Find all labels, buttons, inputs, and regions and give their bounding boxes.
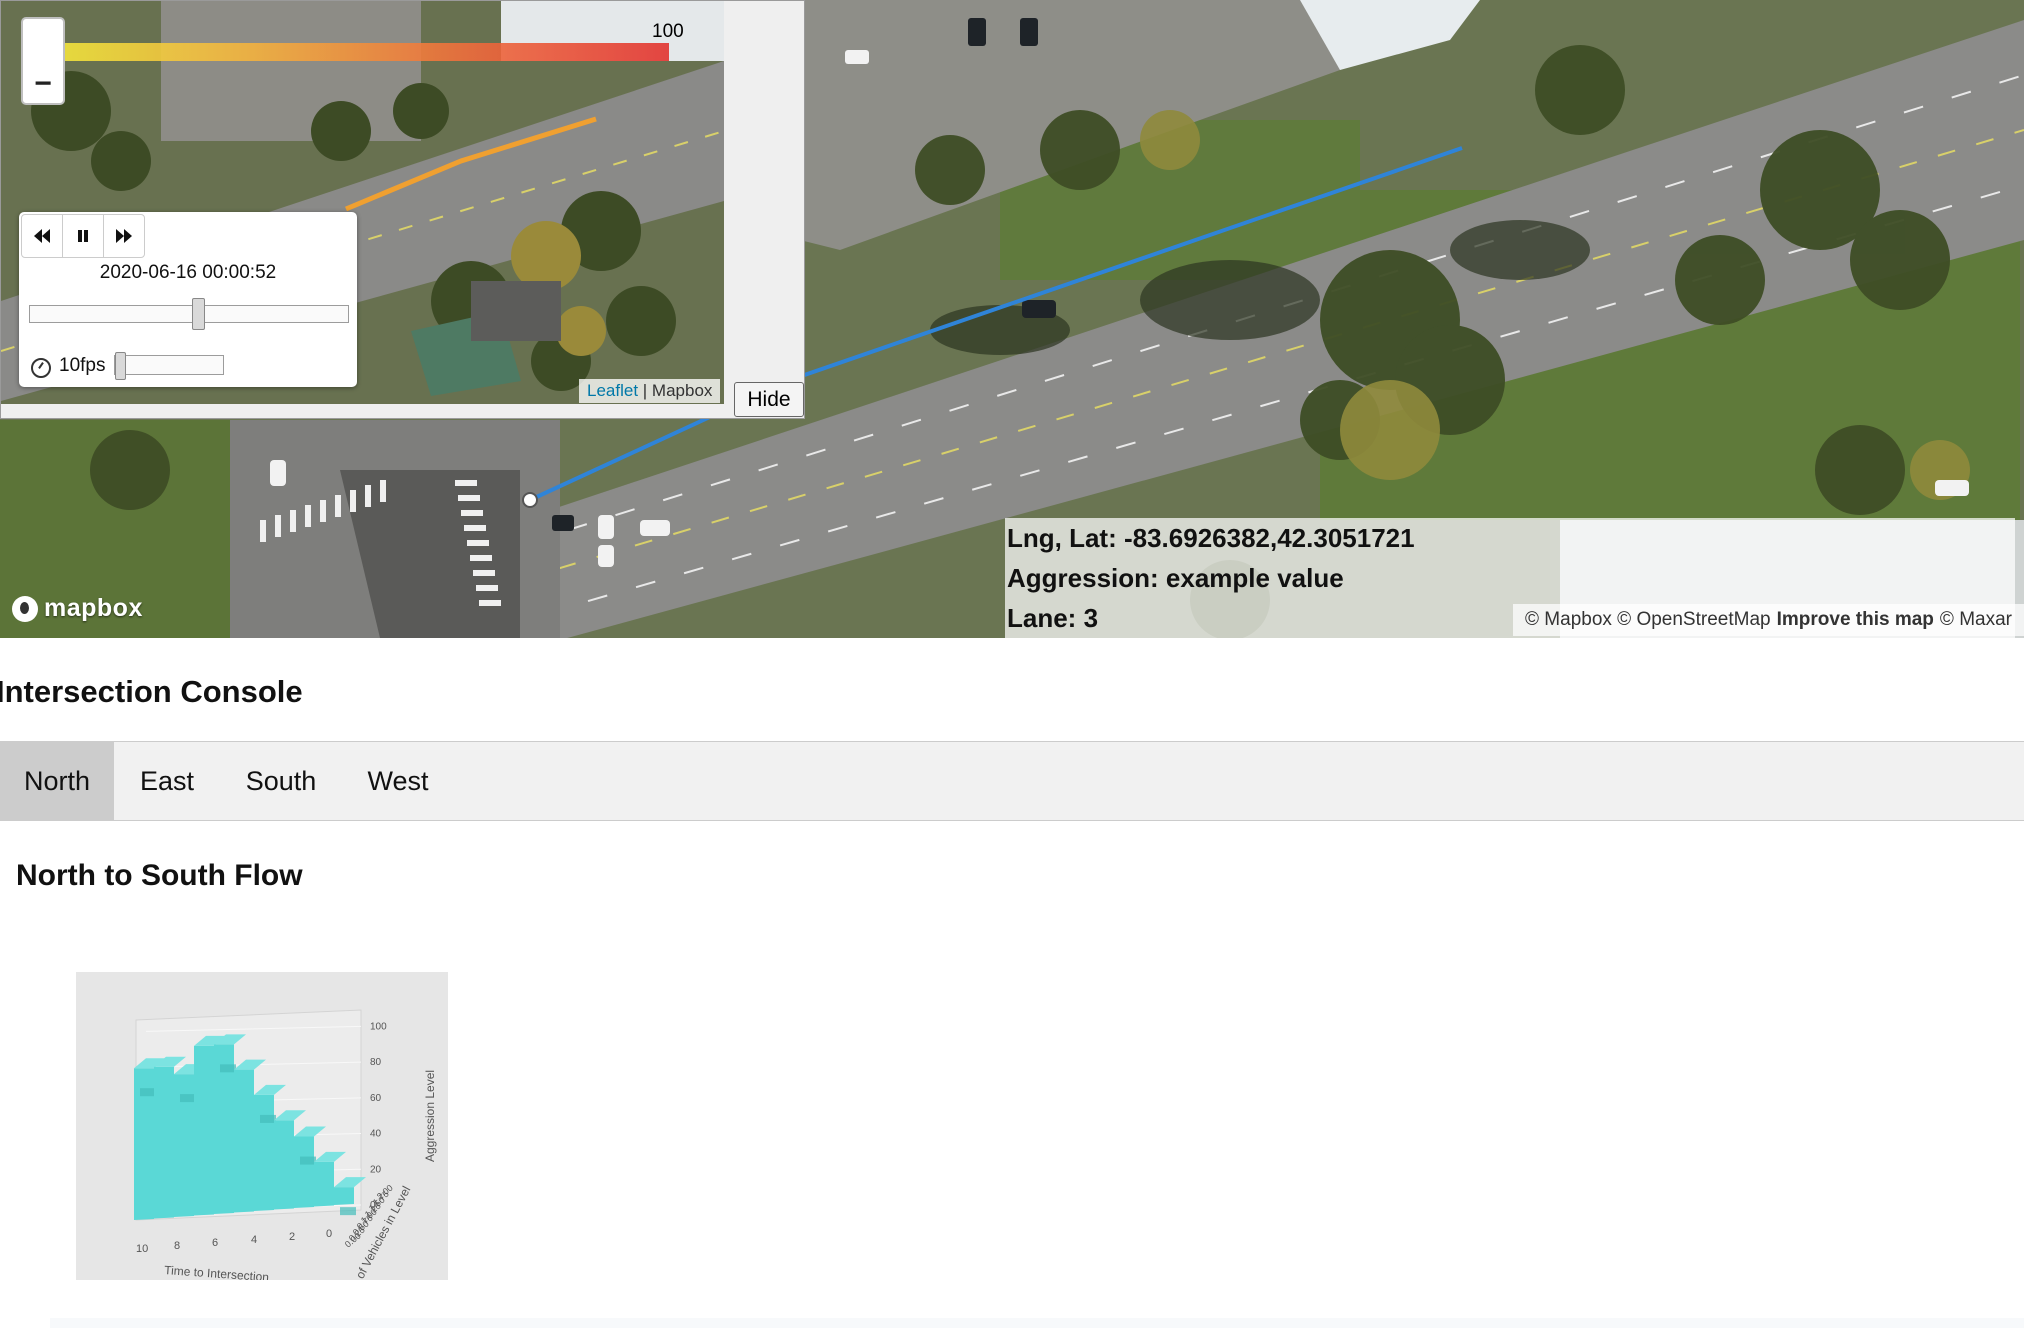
- z-tick-label: 80: [370, 1057, 382, 1068]
- pause-icon: [78, 230, 88, 242]
- bar-stripe: [260, 1114, 276, 1123]
- bar-stripe: [140, 1088, 156, 1097]
- bar: [234, 1069, 254, 1213]
- overlay-map-panel: 0 100 − 2020-06-16 00:00:52 10: [0, 0, 805, 419]
- zoom-out-button[interactable]: −: [23, 67, 63, 101]
- fast-forward-icon: [116, 229, 132, 243]
- mini-map-attribution: Leaflet | Mapbox: [579, 379, 721, 403]
- current-timestamp: 2020-06-16 00:00:52: [99, 262, 277, 283]
- z-tick-label: 60: [370, 1093, 382, 1104]
- x-tick-label: 2: [289, 1231, 295, 1243]
- fps-slider-thumb[interactable]: [115, 352, 126, 380]
- z-axis-label: Aggression Level: [423, 1070, 437, 1162]
- hide-button[interactable]: Hide: [734, 382, 804, 417]
- aggression-3d-chart: 0 20 40 60 80 100 10 8 6 4 2 0 0.00 0.25 0.50 0.75 1.00 1…: [76, 972, 448, 1280]
- mapbox-logo[interactable]: mapbox: [12, 594, 143, 623]
- z-tick-label: 40: [370, 1129, 382, 1140]
- bar: [274, 1120, 294, 1210]
- zoom-control: −: [21, 17, 65, 105]
- bar: [154, 1066, 174, 1219]
- time-slider[interactable]: [29, 298, 349, 330]
- timeline-player: 2020-06-16 00:00:52 10fps: [19, 212, 357, 387]
- playback-buttons: [21, 214, 145, 258]
- bar: [194, 1045, 214, 1216]
- x-tick-label: 6: [212, 1237, 218, 1249]
- attribution-osm-link[interactable]: © OpenStreetMap: [1617, 609, 1770, 631]
- tab-north[interactable]: North: [0, 742, 114, 820]
- x-axis-label: Time to Intersection: [164, 1263, 270, 1280]
- aggression-readout: Aggression: example value: [1007, 563, 1344, 593]
- mapbox-glyph-icon: [12, 595, 38, 622]
- page-title: Intersection Console: [0, 674, 303, 709]
- mini-mapbox-link[interactable]: Mapbox: [652, 381, 712, 401]
- tab-west[interactable]: West: [342, 742, 454, 820]
- speed-gauge-icon: [31, 358, 51, 378]
- bar: [314, 1161, 334, 1207]
- map-attribution: © Mapbox © OpenStreetMap Improve this ma…: [1513, 604, 2024, 636]
- tab-south[interactable]: South: [220, 742, 342, 820]
- z-tick-label: 20: [370, 1164, 382, 1175]
- attribution-separator: |: [638, 381, 652, 400]
- aggression-color-legend: [27, 43, 669, 61]
- bar: [334, 1187, 354, 1205]
- pause-button[interactable]: [63, 215, 104, 257]
- lnglat-readout: Lng, Lat: -83.6926382,42.3051721: [1007, 523, 1415, 553]
- bar: [294, 1136, 314, 1208]
- attribution-maxar-link[interactable]: © Maxar: [1940, 609, 2012, 631]
- time-slider-thumb[interactable]: [192, 298, 205, 330]
- bar: [254, 1094, 274, 1211]
- bar-stripe: [220, 1064, 236, 1073]
- step-forward-button[interactable]: [104, 215, 144, 257]
- page-bottom-edge: [50, 1318, 2024, 1328]
- bar-stripe: [180, 1094, 196, 1103]
- x-tick-label: 4: [251, 1234, 257, 1246]
- leaflet-link[interactable]: Leaflet: [587, 381, 638, 401]
- fps-label: 10fps: [59, 355, 106, 376]
- x-tick-label: 0: [326, 1228, 332, 1240]
- attribution-mapbox-link[interactable]: © Mapbox: [1525, 609, 1612, 631]
- rewind-icon: [34, 229, 50, 243]
- x-tick-label: 10: [136, 1243, 148, 1255]
- chart-canvas: 02040608010010 8 6 4 2 0 0.000.250.500.751.001…: [134, 1009, 437, 1280]
- direction-tabs: North East South West: [0, 741, 2024, 821]
- bar-stripe: [340, 1207, 356, 1216]
- x-tick-label: 8: [174, 1240, 180, 1252]
- step-backward-button[interactable]: [22, 215, 63, 257]
- mini-map[interactable]: 0 100 − 2020-06-16 00:00:52 10: [1, 1, 724, 404]
- mapbox-logo-text: mapbox: [44, 594, 143, 622]
- improve-map-link[interactable]: Improve this map: [1777, 609, 1934, 631]
- legend-max-label: 100: [652, 21, 684, 42]
- z-tick-label: 100: [370, 1021, 387, 1032]
- bar-stripe: [300, 1156, 316, 1165]
- fps-slider[interactable]: [114, 352, 224, 380]
- flow-section-title: North to South Flow: [16, 859, 303, 892]
- tab-east[interactable]: East: [114, 742, 220, 820]
